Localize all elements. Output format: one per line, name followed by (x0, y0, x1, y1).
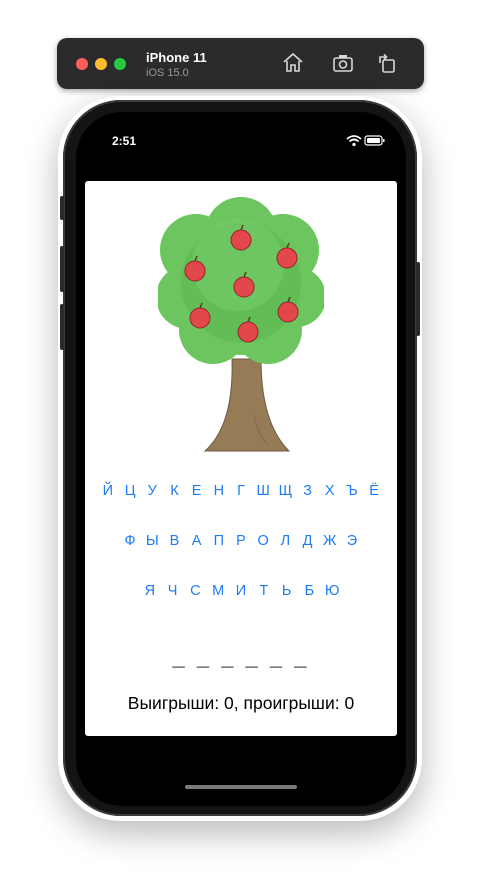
score-label: Выигрыши: 0, проигрыши: 0 (127, 693, 355, 713)
letter-button[interactable]: И (230, 581, 253, 601)
os-version: iOS 15.0 (146, 67, 189, 79)
rotate-icon[interactable] (375, 51, 399, 75)
keyboard-row-2: Ф Ы В А П Р О Л Д Ж Э (85, 531, 397, 551)
letter-button[interactable]: Д (296, 531, 318, 551)
letter-button[interactable]: Ь (275, 581, 298, 601)
letter-button[interactable]: П (208, 531, 230, 551)
status-icons (346, 134, 386, 148)
letter-button[interactable]: Ф (119, 531, 141, 551)
letter-button[interactable]: Р (230, 531, 252, 551)
letter-button[interactable]: Г (230, 481, 252, 501)
letter-button[interactable]: Х (319, 481, 341, 501)
home-indicator[interactable] (185, 785, 297, 789)
zoom-window-button[interactable] (114, 58, 126, 70)
letter-button[interactable]: Е (186, 481, 208, 501)
status-time: 2:51 (112, 134, 137, 148)
wifi-icon (346, 135, 362, 147)
keyboard-row-1: Й Ц У К Е Н Г Ш Щ З Х Ъ Ё (85, 481, 397, 501)
letter-button[interactable]: Ш (252, 481, 274, 501)
letter-button[interactable]: Я (138, 581, 161, 601)
simulator-toolbar: iPhone 11 iOS 15.0 (57, 38, 424, 89)
letter-button[interactable]: З (296, 481, 318, 501)
word-display: _ _ _ _ _ _ (172, 645, 310, 670)
letter-button[interactable]: Т (252, 581, 275, 601)
letter-button[interactable]: Б (298, 581, 321, 601)
close-window-button[interactable] (76, 58, 88, 70)
letter-button[interactable]: Н (208, 481, 230, 501)
letter-button[interactable]: К (163, 481, 185, 501)
letter-button[interactable]: Ч (161, 581, 184, 601)
letter-button[interactable]: А (186, 531, 208, 551)
letter-button[interactable]: Ё (363, 481, 385, 501)
device-name: iPhone 11 (146, 50, 207, 65)
keyboard-row-3: Я Ч С М И Т Ь Б Ю (85, 581, 397, 601)
notch (155, 112, 325, 142)
app-view: Й Ц У К Е Н Г Ш Щ З Х Ъ Ё Ф Ы В А П Р О … (85, 181, 397, 736)
battery-icon (364, 135, 385, 146)
letter-button[interactable]: Ц (119, 481, 141, 501)
power-button (416, 262, 420, 336)
home-icon[interactable] (281, 51, 305, 75)
letter-button[interactable]: Ы (141, 531, 163, 551)
apple-tree-image (156, 195, 326, 455)
letter-button[interactable]: У (141, 481, 163, 501)
letter-button[interactable]: Й (97, 481, 119, 501)
letter-button[interactable]: М (207, 581, 230, 601)
letter-button[interactable]: О (252, 531, 274, 551)
screenshot-icon[interactable] (331, 51, 355, 75)
letter-button[interactable]: Э (341, 531, 363, 551)
letter-button[interactable]: С (184, 581, 207, 601)
letter-button[interactable]: Ъ (341, 481, 363, 501)
mute-switch (60, 196, 64, 220)
minimize-window-button[interactable] (95, 58, 107, 70)
volume-down-button (60, 304, 64, 350)
letter-button[interactable]: Щ (274, 481, 296, 501)
letter-button[interactable]: Л (274, 531, 296, 551)
volume-up-button (60, 246, 64, 292)
letter-button[interactable]: В (163, 531, 185, 551)
letter-button[interactable]: Ю (321, 581, 344, 601)
letter-button[interactable]: Ж (319, 531, 341, 551)
